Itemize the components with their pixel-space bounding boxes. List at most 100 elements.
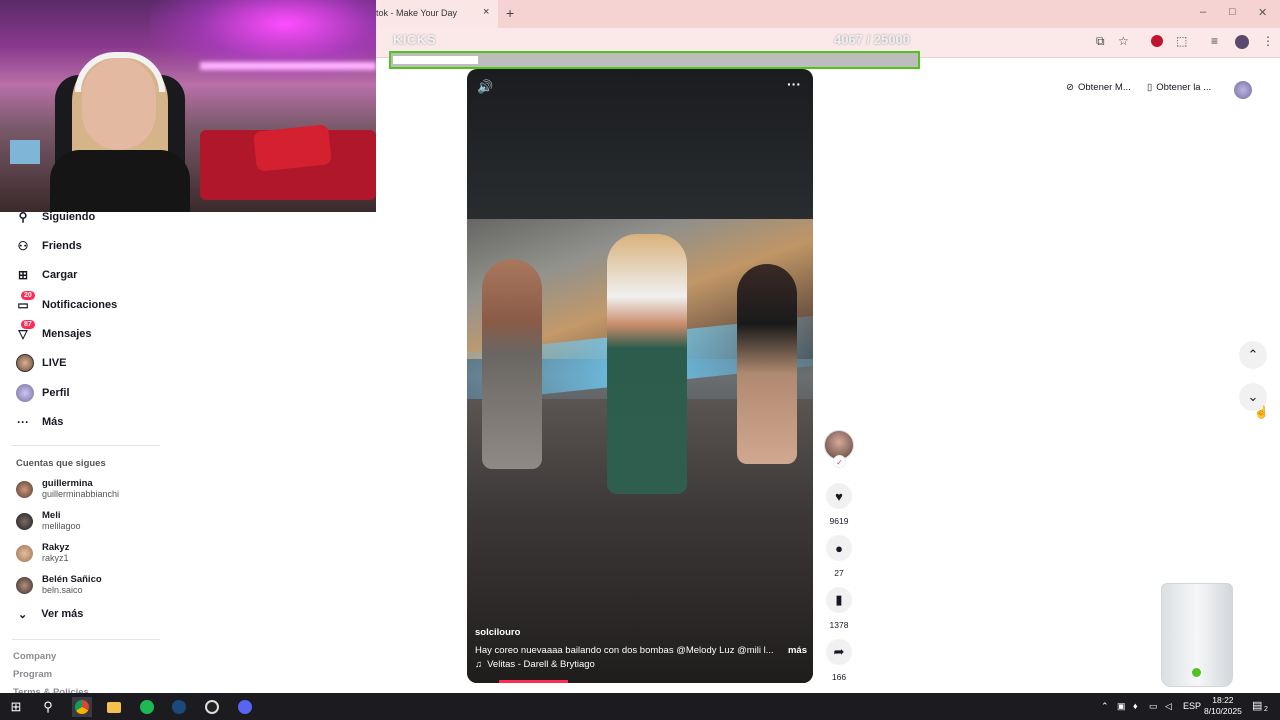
maximize-button[interactable]: □ [1229, 6, 1236, 18]
followed-check-icon[interactable]: ✓ [833, 455, 846, 468]
sidebar-item-label: Más [42, 416, 64, 428]
notifications-icon: ▭ 20 [16, 291, 35, 312]
like-count: 9619 [829, 516, 849, 526]
video-music[interactable]: ♫ Velitas - Darell & Brytiago [475, 659, 595, 670]
tray-app-icon[interactable]: ▣ [1117, 701, 1126, 712]
video-dancer [607, 234, 687, 494]
music-title: Velitas - Darell & Brytiago [487, 659, 595, 670]
followed-account[interactable]: Rakyz rakyz1 [16, 539, 69, 567]
comment-count: 27 [834, 568, 844, 578]
chrome-icon[interactable] [72, 697, 92, 717]
language-indicator[interactable]: ESP [1183, 701, 1201, 711]
followed-account[interactable]: Belén Sañico beln.saico [16, 571, 102, 599]
microphone-icon[interactable]: ♦ [1133, 701, 1138, 711]
user-avatar[interactable] [1234, 81, 1252, 99]
account-name: Belén Sañico [42, 574, 102, 585]
webcam-cushion [253, 124, 332, 172]
bookmark-icon: ▮ [835, 592, 843, 607]
new-tab-button[interactable]: + [506, 5, 514, 21]
bookmark-star-icon[interactable]: ☆ [1118, 34, 1129, 48]
see-more-label: Ver más [41, 608, 84, 620]
comment-button[interactable]: ● [826, 535, 852, 561]
extension-icon[interactable] [1151, 35, 1163, 47]
following-accounts-title: Cuentas que sigues [16, 458, 106, 469]
video-more-options-icon[interactable]: ··· [787, 76, 801, 92]
friends-icon: ⚇ [17, 239, 29, 253]
account-handle: guillerminabbianchi [42, 489, 120, 499]
speaker-icon[interactable]: ◁ [1165, 701, 1172, 712]
sidebar-item-profile[interactable]: Perfil [16, 382, 70, 404]
webcam-streamer-shirt [50, 150, 190, 212]
tab-title: tok - Make Your Day [376, 8, 458, 18]
reading-list-icon[interactable]: ≡ [1211, 34, 1218, 48]
followed-account[interactable]: Meli melilagoo [16, 507, 81, 535]
profile-icon [16, 384, 34, 402]
save-button[interactable]: ▮ [826, 587, 852, 613]
sidebar-item-friends[interactable]: ⚇ Friends [16, 235, 82, 257]
footer-link-company[interactable]: Company [13, 651, 56, 662]
like-button[interactable]: ♥ [826, 483, 852, 509]
tray-overflow-icon[interactable]: ⌃ [1101, 701, 1109, 712]
notifications-badge: 20 [21, 291, 35, 300]
avatar [16, 512, 33, 530]
heart-icon: ♥ [835, 488, 843, 504]
sidebar-item-label: Mensajes [42, 328, 92, 340]
obs-icon[interactable] [202, 697, 222, 717]
messages-badge: 87 [21, 320, 35, 329]
sidebar-item-upload[interactable]: ⊞ Cargar [16, 264, 78, 286]
sidebar-item-label: Perfil [42, 387, 70, 399]
sidebar-item-label: Cargar [42, 269, 78, 281]
share-button[interactable]: ➦ [826, 639, 852, 665]
chevron-down-icon: ⌄ [18, 609, 28, 621]
video-caption-text: Hay coreo nuevaaaa bailando con dos bomb… [475, 645, 774, 656]
kicks-goal-fill [393, 56, 478, 64]
get-app-button[interactable]: ▯ Obtener la ... [1147, 82, 1211, 93]
webcam-led-strip [200, 62, 376, 70]
install-app-icon[interactable]: ⧉ [1096, 34, 1105, 49]
file-explorer-icon[interactable] [104, 697, 124, 717]
video-dancer [737, 264, 797, 464]
video-progress-bar[interactable] [499, 680, 568, 683]
browser-profile-avatar[interactable] [1235, 35, 1249, 49]
kicks-goal-bar [389, 51, 920, 69]
account-handle: beln.saico [42, 585, 83, 595]
sidebar-item-messages[interactable]: ▽ 87 Mensajes [16, 320, 92, 345]
video-author[interactable]: solcilouro [475, 627, 520, 638]
previous-video-button[interactable]: ⌃ [1239, 341, 1267, 369]
video-player[interactable]: 🔊 ··· solcilouro Hay coreo nuevaaaa bail… [467, 69, 813, 683]
sidebar-item-more[interactable]: ··· Más [16, 411, 63, 433]
close-window-button[interactable]: ✕ [1258, 6, 1267, 19]
see-more-button[interactable]: ⌄ Ver más [18, 608, 83, 621]
extensions-icon[interactable]: ⬚ [1176, 34, 1187, 48]
steam-icon[interactable] [169, 697, 189, 717]
notification-count: 2 [1264, 706, 1268, 713]
avatar [16, 576, 33, 594]
network-icon[interactable]: ▭ [1149, 701, 1158, 712]
clock-time: 18:22 [1212, 695, 1234, 705]
sidebar-item-live[interactable]: LIVE [16, 352, 66, 374]
sidebar-item-label: Friends [42, 240, 82, 252]
caption-more-button[interactable]: más [788, 645, 807, 656]
get-coins-label: Obtener M... [1077, 82, 1131, 93]
share-icon: ➦ [833, 644, 845, 659]
more-icon: ··· [17, 415, 29, 429]
sidebar-item-notifications[interactable]: ▭ 20 Notificaciones [16, 291, 118, 316]
taskbar-clock[interactable]: 18:22 8/10/2025 [1204, 695, 1242, 717]
notification-center-icon[interactable]: ▤ [1252, 699, 1262, 712]
sidebar-divider [12, 445, 160, 446]
search-icon[interactable]: ⚲ [38, 697, 58, 717]
browser-menu-icon[interactable]: ⋮ [1262, 34, 1274, 48]
spotify-icon[interactable] [137, 697, 157, 717]
windows-start-icon[interactable]: ⊞ [6, 697, 26, 717]
get-coins-button[interactable]: ⊘ Obtener M... [1066, 82, 1131, 93]
followed-account[interactable]: guillermina guillerminabbianchi [16, 475, 119, 503]
minimize-button[interactable]: – [1200, 6, 1206, 18]
video-dancer [482, 259, 542, 469]
save-count: 1378 [829, 620, 849, 630]
footer-link-program[interactable]: Program [13, 669, 52, 680]
close-tab-icon[interactable]: × [483, 6, 489, 18]
volume-icon[interactable]: 🔊 [477, 79, 493, 95]
discord-icon[interactable] [235, 697, 255, 717]
share-count: 166 [831, 672, 847, 682]
sidebar-item-label: Notificaciones [42, 299, 118, 311]
